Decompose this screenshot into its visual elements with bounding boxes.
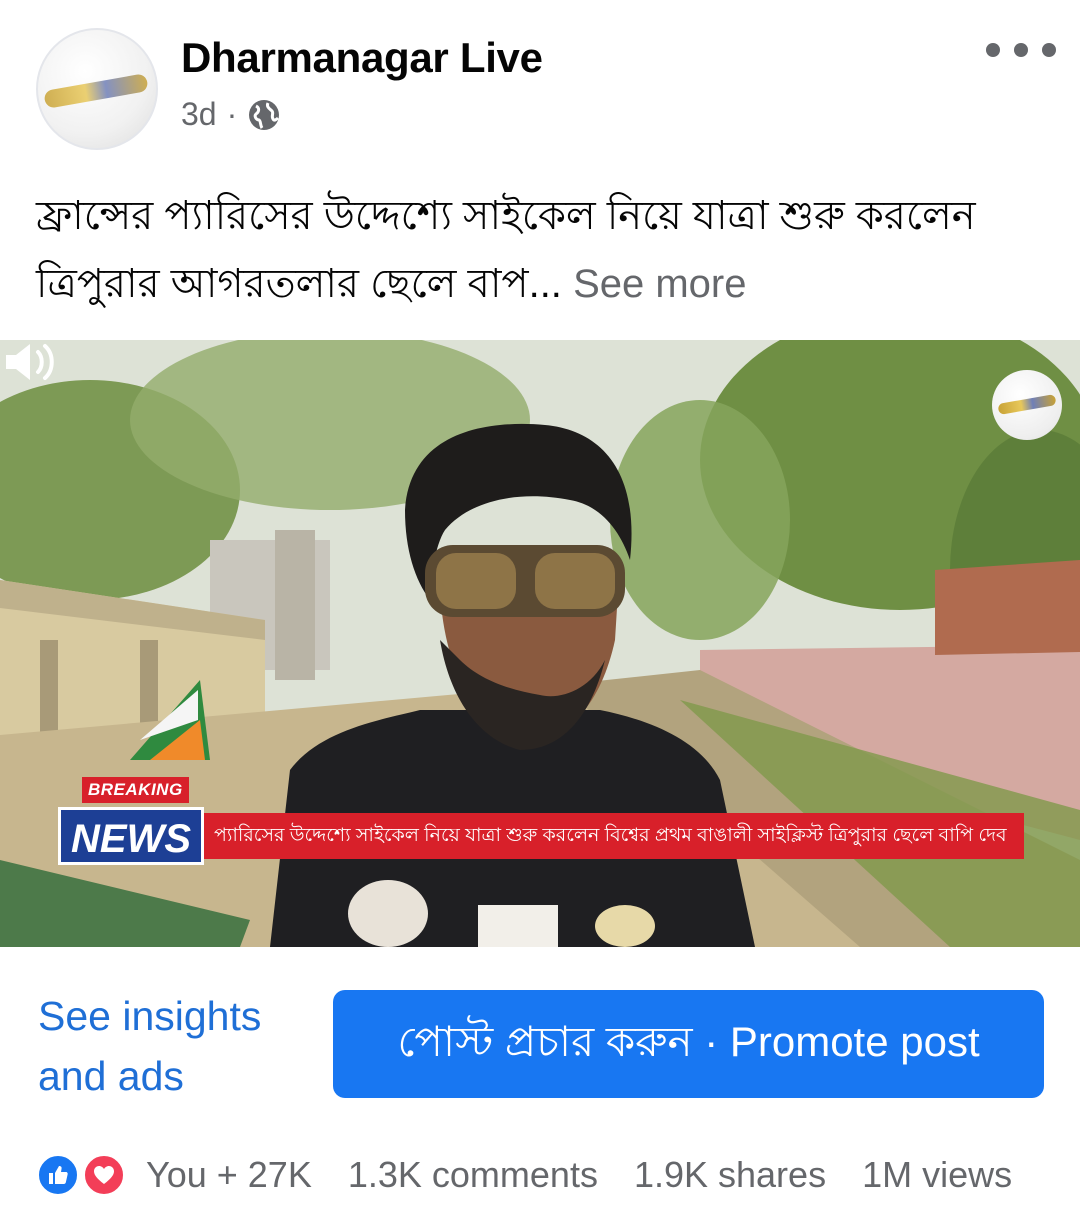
see-more-link[interactable]: See more [573, 262, 746, 306]
like-icon [36, 1153, 80, 1197]
caption-text: ফ্রান্সের প্যারিসের উদ্দেশ্যে সাইকেল নিয… [36, 194, 976, 306]
page-name[interactable]: Dharmanagar Live [181, 34, 543, 82]
page-logo [43, 73, 149, 109]
engagement-bar: You + 27K 1.3K comments 1.9K shares 1M v… [36, 1148, 1046, 1202]
promote-post-button[interactable]: পোস্ট প্রচার করুন · Promote post [333, 990, 1044, 1098]
post-meta: 3d · [181, 96, 281, 133]
news-ticker: BREAKING NEWS প্যারিসের উদ্দেশ্যে সাইকেল… [58, 777, 1033, 865]
see-insights-link[interactable]: See insights and ads [38, 986, 318, 1106]
more-dot [986, 43, 1000, 57]
love-icon [82, 1153, 126, 1197]
speaker-icon[interactable] [0, 340, 60, 384]
more-dot [1014, 43, 1028, 57]
reaction-icons[interactable] [36, 1148, 136, 1202]
watermark-logo [997, 394, 1057, 415]
post-header: Dharmanagar Live 3d · [0, 0, 1080, 160]
post-time[interactable]: 3d [181, 96, 217, 133]
comments-count[interactable]: 1.3K comments [348, 1154, 598, 1196]
shares-count[interactable]: 1.9K shares [634, 1154, 826, 1196]
video-player[interactable]: BREAKING NEWS প্যারিসের উদ্দেশ্যে সাইকেল… [0, 340, 1080, 947]
reaction-summary[interactable]: You + 27K [146, 1154, 312, 1196]
more-options-icon[interactable] [986, 30, 1056, 70]
more-dot [1042, 43, 1056, 57]
breaking-label: BREAKING [82, 777, 189, 803]
globe-icon [249, 99, 280, 130]
meta-separator: · [226, 96, 238, 132]
channel-watermark [992, 370, 1062, 440]
ticker-text: প্যারিসের উদ্দেশ্যে সাইকেল নিয়ে যাত্রা … [204, 813, 1024, 859]
news-label: NEWS [58, 807, 204, 865]
post-caption: ফ্রান্সের প্যারিসের উদ্দেশ্যে সাইকেল নিয… [36, 182, 1046, 318]
views-count: 1M views [862, 1154, 1013, 1195]
page-avatar[interactable] [36, 28, 158, 150]
